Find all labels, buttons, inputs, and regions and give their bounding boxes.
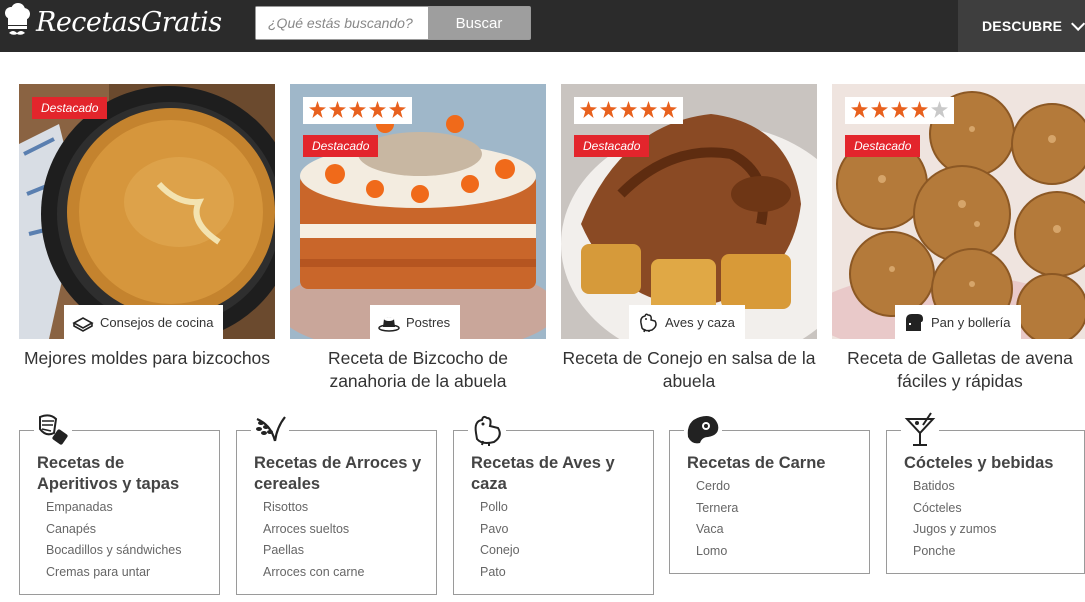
subcategory-list: Cerdo Ternera Vaca Lomo xyxy=(687,476,857,562)
subcategory-link[interactable]: Lomo xyxy=(696,541,857,563)
cocktail-icon xyxy=(901,411,939,449)
category-tag[interactable]: Consejos de cocina xyxy=(64,305,224,339)
site-logo[interactable]: RecetasGratis xyxy=(0,0,222,44)
subcategory-link[interactable]: Pato xyxy=(480,562,641,584)
category-tag[interactable]: Aves y caza xyxy=(629,305,745,339)
category-box-arroces: Recetas de Arroces y cereales Risottos A… xyxy=(236,411,437,595)
cake-pan-photo xyxy=(19,84,275,339)
category-box-aperitivos: Recetas de Aperitivos y tapas Empanadas … xyxy=(19,411,220,595)
subcategory-list: Batidos Cócteles Jugos y zumos Ponche xyxy=(904,476,1072,562)
star-icon xyxy=(600,101,617,118)
category-title[interactable]: Recetas de Aves y caza xyxy=(471,453,641,495)
star-icon xyxy=(851,101,868,118)
book-icon xyxy=(72,317,94,332)
category-title[interactable]: Recetas de Arroces y cereales xyxy=(254,453,424,495)
subcategory-link[interactable]: Vaca xyxy=(696,519,857,541)
subcategory-link[interactable]: Arroces sueltos xyxy=(263,519,424,541)
star-icon xyxy=(389,101,406,118)
star-icon xyxy=(911,101,928,118)
featured-badge: Destacado xyxy=(574,135,650,157)
star-icon xyxy=(660,101,677,118)
star-icon xyxy=(329,101,346,118)
chevron-down-icon xyxy=(1071,16,1085,31)
star-icon xyxy=(891,101,908,118)
recipe-title[interactable]: Receta de Conejo en salsa de la abuela xyxy=(561,347,817,393)
discover-menu[interactable]: DESCUBRE xyxy=(958,0,1085,52)
subcategory-link[interactable]: Conejo xyxy=(480,540,641,562)
rating-stars xyxy=(845,97,954,124)
chicken-icon xyxy=(640,313,657,333)
star-icon xyxy=(620,101,637,118)
pudding-icon xyxy=(378,317,400,332)
steak-icon xyxy=(684,411,722,449)
category-label: Postres xyxy=(406,314,451,330)
subcategory-list: Empanadas Canapés Bocadillos y sándwiche… xyxy=(37,497,207,583)
category-title[interactable]: Cócteles y bebidas xyxy=(904,453,1072,474)
category-label: Consejos de cocina xyxy=(100,314,214,330)
category-title[interactable]: Recetas de Carne xyxy=(687,453,857,474)
chef-logo-icon xyxy=(5,3,30,35)
bread-icon xyxy=(906,314,923,331)
subcategory-link[interactable]: Paellas xyxy=(263,540,424,562)
chicken-icon xyxy=(468,411,506,449)
logo-text: RecetasGratis xyxy=(36,6,222,38)
discover-label: DESCUBRE xyxy=(982,18,1063,34)
category-label: Aves y caza xyxy=(665,314,735,330)
subcategory-list: Risottos Arroces sueltos Paellas Arroces… xyxy=(254,497,424,583)
star-icon xyxy=(640,101,657,118)
subcategory-list: Pollo Pavo Conejo Pato xyxy=(471,497,641,583)
recipe-image[interactable]: Destacado Postres xyxy=(290,84,546,339)
recipe-image[interactable]: Destacado Aves y caza xyxy=(561,84,817,339)
subcategory-link[interactable]: Jugos y zumos xyxy=(913,519,1072,541)
subcategory-link[interactable]: Canapés xyxy=(46,519,207,541)
star-icon xyxy=(309,101,326,118)
featured-badge: Destacado xyxy=(32,97,108,119)
recipe-image[interactable]: Destacado Consejos de cocina xyxy=(19,84,275,339)
rating-stars xyxy=(303,97,412,124)
category-tag[interactable]: Pan y bollería xyxy=(895,305,1021,339)
star-icon xyxy=(871,101,888,118)
recipe-card[interactable]: Destacado Pan y bollería Receta de Galle… xyxy=(832,84,1085,393)
recipe-card[interactable]: Destacado Aves y caza Receta de Conejo e… xyxy=(561,84,817,393)
star-icon xyxy=(369,101,386,118)
category-box-cocteles: Cócteles y bebidas Batidos Cócteles Jugo… xyxy=(886,411,1085,574)
subcategory-link[interactable]: Ternera xyxy=(696,498,857,520)
subcategory-link[interactable]: Pollo xyxy=(480,497,641,519)
category-title[interactable]: Recetas de Aperitivos y tapas xyxy=(37,453,207,495)
star-icon xyxy=(349,101,366,118)
subcategory-link[interactable]: Ponche xyxy=(913,541,1072,563)
recipe-card[interactable]: Destacado Postres Receta de Bizcocho de … xyxy=(290,84,546,393)
subcategory-link[interactable]: Cremas para untar xyxy=(46,562,207,584)
subcategory-link[interactable]: Arroces con carne xyxy=(263,562,424,584)
subcategory-link[interactable]: Cócteles xyxy=(913,498,1072,520)
subcategory-link[interactable]: Bocadillos y sándwiches xyxy=(46,540,207,562)
search-button[interactable]: Buscar xyxy=(428,7,530,39)
recipe-image[interactable]: Destacado Pan y bollería xyxy=(832,84,1085,339)
recipe-title[interactable]: Mejores moldes para bizcochos xyxy=(19,347,275,370)
subcategory-link[interactable]: Pavo xyxy=(480,519,641,541)
category-box-carne: Recetas de Carne Cerdo Ternera Vaca Lomo xyxy=(669,411,870,574)
category-label: Pan y bollería xyxy=(931,314,1011,330)
wheat-icon xyxy=(251,411,289,449)
subcategory-link[interactable]: Cerdo xyxy=(696,476,857,498)
appetizer-icon xyxy=(34,411,72,449)
subcategory-link[interactable]: Batidos xyxy=(913,476,1072,498)
subcategory-link[interactable]: Empanadas xyxy=(46,497,207,519)
recipe-title[interactable]: Receta de Galletas de avena fáciles y rá… xyxy=(832,347,1085,393)
category-box-aves: Recetas de Aves y caza Pollo Pavo Conejo… xyxy=(453,411,654,595)
search-bar: Buscar xyxy=(255,6,531,40)
category-tag[interactable]: Postres xyxy=(370,305,461,339)
recipe-title[interactable]: Receta de Bizcocho de zanahoria de la ab… xyxy=(290,347,546,393)
search-input[interactable] xyxy=(256,7,428,39)
subcategory-link[interactable]: Risottos xyxy=(263,497,424,519)
featured-badge: Destacado xyxy=(303,135,379,157)
rating-stars xyxy=(574,97,683,124)
star-empty-icon xyxy=(931,101,948,118)
star-icon xyxy=(580,101,597,118)
recipe-card[interactable]: Destacado Consejos de cocina Mejores mol… xyxy=(19,84,275,370)
featured-badge: Destacado xyxy=(845,135,921,157)
top-header: RecetasGratis Buscar DESCUBRE xyxy=(0,0,1085,52)
